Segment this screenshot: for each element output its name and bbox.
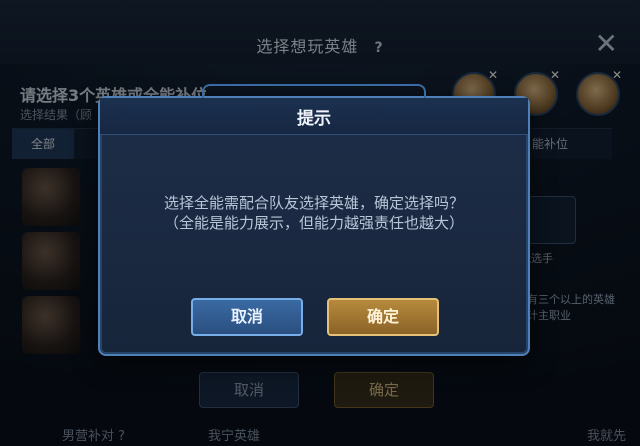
dialog-message-line1: 选择全能需配合队友选择英雄，确定选择吗？ [163,194,464,212]
dialog-title: 提示 [297,109,331,129]
dialog-message-line2: （全能是能力展示，但能力越强责任也越大） [163,214,464,232]
dialog-header: 提示 [100,98,528,135]
cancel-button[interactable]: 取消 [191,298,303,336]
confirm-button[interactable]: 确定 [327,298,439,336]
confirm-dialog: 提示 选择全能需配合队友选择英雄，确定选择吗？ （全能是能力展示，但能力越强责任… [98,84,530,356]
